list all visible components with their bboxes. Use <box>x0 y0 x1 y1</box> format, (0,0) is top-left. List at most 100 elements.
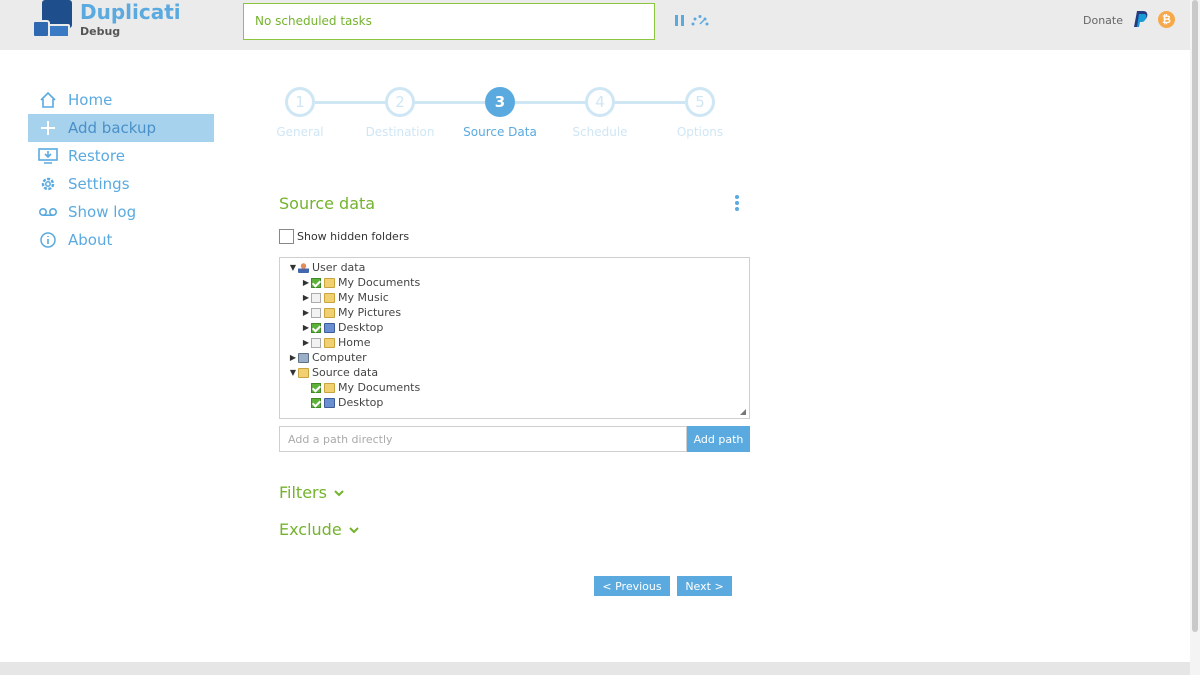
step-number: 1 <box>285 87 315 117</box>
log-icon <box>28 198 68 226</box>
step-label: Schedule <box>572 125 628 139</box>
tree-checkbox[interactable] <box>311 307 321 318</box>
bitcoin-icon[interactable]: ₿ <box>1158 11 1175 28</box>
folder-icon <box>324 382 335 393</box>
sidebar: Home Add backup Restore Settings Show lo… <box>28 86 214 254</box>
collapse-arrow-icon[interactable]: ▶ <box>288 353 298 362</box>
sidebar-item-home[interactable]: Home <box>28 86 214 114</box>
status-text: No scheduled tasks <box>255 14 372 28</box>
step-schedule[interactable]: 4 Schedule <box>560 86 640 139</box>
status-bar[interactable]: No scheduled tasks <box>243 3 655 40</box>
step-number: 2 <box>385 87 415 117</box>
donate-label: Donate <box>1083 14 1123 27</box>
tree-node[interactable]: ▶ Desktop <box>301 320 383 335</box>
sidebar-item-show-log[interactable]: Show log <box>28 198 214 226</box>
expand-arrow-icon[interactable]: ▼ <box>288 368 298 377</box>
tree-checkbox[interactable] <box>311 277 321 288</box>
tree-checkbox[interactable] <box>311 292 321 303</box>
tree-node-label: My Documents <box>338 276 421 289</box>
step-destination[interactable]: 2 Destination <box>360 86 440 139</box>
more-options-icon[interactable] <box>735 195 741 211</box>
scrollbar-thumb[interactable] <box>1192 0 1198 632</box>
folder-icon <box>324 277 335 288</box>
tree-node-label: My Documents <box>338 381 421 394</box>
desktop-icon <box>324 397 335 408</box>
computer-icon <box>298 352 309 363</box>
tree-node-label: Computer <box>312 351 367 364</box>
folder-tree[interactable]: ▼ User data ▶ My Documents ▶ My Music ▶ … <box>279 257 750 419</box>
paypal-icon[interactable] <box>1133 10 1149 28</box>
tree-node-label: User data <box>312 261 366 274</box>
tree-checkbox[interactable] <box>311 382 321 393</box>
resize-grip-icon[interactable] <box>740 409 746 415</box>
chevron-down-icon <box>334 489 344 496</box>
collapse-arrow-icon[interactable]: ▶ <box>301 323 311 332</box>
step-label: Options <box>676 125 724 139</box>
pictures-folder-icon <box>324 307 335 318</box>
home-folder-icon <box>324 337 335 348</box>
step-options[interactable]: 5 Options <box>660 86 740 139</box>
collapse-arrow-icon[interactable]: ▶ <box>301 308 311 317</box>
step-label: General <box>276 125 324 139</box>
sidebar-item-label: Restore <box>68 147 125 165</box>
sidebar-item-label: Settings <box>68 175 130 193</box>
tree-checkbox[interactable] <box>311 397 321 408</box>
step-source-data[interactable]: 3 Source Data <box>460 86 540 139</box>
tree-node[interactable]: ▶ My Pictures <box>301 305 401 320</box>
tree-node-label: Desktop <box>338 321 384 334</box>
sidebar-item-restore[interactable]: Restore <box>28 142 214 170</box>
tree-node-label: Source data <box>312 366 379 379</box>
tree-node-label: My Music <box>338 291 389 304</box>
tree-node[interactable]: Desktop <box>311 395 383 410</box>
path-input[interactable] <box>279 426 687 452</box>
user-icon <box>298 262 309 273</box>
tree-node-label: My Pictures <box>338 306 402 319</box>
tree-node[interactable]: ▶ My Music <box>301 290 389 305</box>
add-path-button[interactable]: Add path <box>687 426 750 452</box>
tree-node-label: Home <box>338 336 371 349</box>
pause-icon[interactable] <box>674 14 686 28</box>
app-subtitle: Debug <box>80 25 121 38</box>
show-hidden-folders-checkbox[interactable]: Show hidden folders <box>279 229 409 244</box>
step-general[interactable]: 1 General <box>260 86 340 139</box>
collapse-arrow-icon[interactable]: ▶ <box>301 338 311 347</box>
expand-arrow-icon[interactable]: ▼ <box>288 263 298 272</box>
tree-node[interactable]: ▶ Home <box>301 335 371 350</box>
music-folder-icon <box>324 292 335 303</box>
sidebar-item-label: About <box>68 231 113 249</box>
sidebar-item-about[interactable]: About <box>28 226 214 254</box>
exclude-toggle[interactable]: Exclude <box>279 520 360 539</box>
duplicati-logo-icon <box>30 0 74 40</box>
next-button[interactable]: Next > <box>677 576 732 596</box>
restore-icon <box>28 142 68 170</box>
checkbox[interactable] <box>279 229 294 244</box>
step-number: 5 <box>685 87 715 117</box>
tree-checkbox[interactable] <box>311 337 321 348</box>
tree-node[interactable]: ▶ Computer <box>288 350 367 365</box>
tree-node[interactable]: ▶ My Documents <box>301 275 420 290</box>
section-title: Source data <box>279 194 376 213</box>
previous-button[interactable]: < Previous <box>594 576 670 596</box>
exclude-label: Exclude <box>279 520 342 539</box>
tree-node[interactable]: My Documents <box>311 380 420 395</box>
plus-icon <box>28 114 68 142</box>
top-bar: Duplicati Debug No scheduled tasks Donat… <box>0 0 1190 50</box>
throttle-icon[interactable] <box>690 12 710 26</box>
sidebar-item-label: Show log <box>68 203 137 221</box>
sidebar-item-add-backup[interactable]: Add backup <box>28 114 214 142</box>
footer-strip <box>0 662 1190 675</box>
collapse-arrow-icon[interactable]: ▶ <box>301 293 311 302</box>
step-number: 4 <box>585 87 615 117</box>
collapse-arrow-icon[interactable]: ▶ <box>301 278 311 287</box>
sidebar-item-settings[interactable]: Settings <box>28 170 214 198</box>
tree-node[interactable]: ▼ Source data <box>288 365 378 380</box>
wizard-steps: 1 General 2 Destination 3 Source Data 4 … <box>260 86 740 146</box>
checkbox-label: Show hidden folders <box>297 230 410 243</box>
step-label: Source Data <box>463 125 537 139</box>
gear-icon <box>28 170 68 198</box>
folder-icon <box>298 367 309 378</box>
tree-node[interactable]: ▼ User data <box>288 260 365 275</box>
filters-toggle[interactable]: Filters <box>279 483 345 502</box>
info-icon <box>28 226 68 254</box>
tree-checkbox[interactable] <box>311 322 321 333</box>
